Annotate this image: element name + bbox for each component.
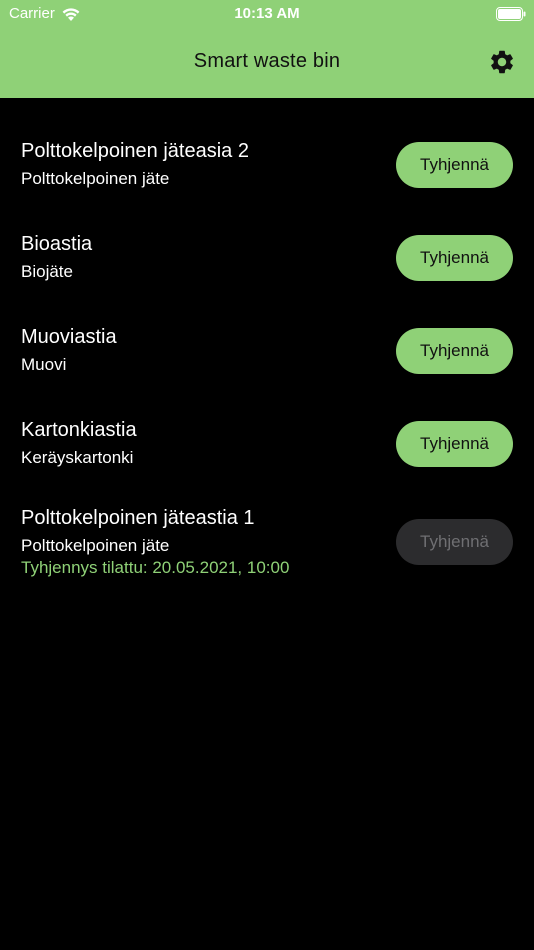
bin-type: Keräyskartonki xyxy=(21,448,134,467)
bin-name: Polttokelpoinen jäteastia 1 xyxy=(21,507,255,529)
bin-item-kartonkiastia: Kartonkiastia Keräyskartonki Tyhjennä xyxy=(0,377,534,470)
bin-name: Bioastia xyxy=(21,233,93,255)
bin-item-polttokelpoinen-2: Polttokelpoinen jäteasia 2 Polttokelpoin… xyxy=(0,98,534,191)
bin-item-bioastia: Bioastia Biojäte Tyhjennä xyxy=(0,191,534,284)
bin-type: Muovi xyxy=(21,355,67,374)
bin-type: Biojäte xyxy=(21,262,73,281)
status-bar: Carrier 10:13 AM xyxy=(0,0,534,28)
emptying-order-status: Tyhjennys tilattu: 20.05.2021, 10:00 xyxy=(21,558,290,577)
bin-name: Kartonkiastia xyxy=(21,419,137,441)
app-header: Carrier 10:13 AM Smart waste bin xyxy=(0,0,534,98)
bin-item-polttokelpoinen-1: Polttokelpoinen jäteastia 1 Polttokelpoi… xyxy=(0,470,534,590)
bin-item-muoviastia: Muoviastia Muovi Tyhjennä xyxy=(0,284,534,377)
gear-icon[interactable] xyxy=(488,48,516,76)
empty-bin-button[interactable]: Tyhjennä xyxy=(396,421,513,467)
bin-name: Muoviastia xyxy=(21,326,117,348)
battery-icon xyxy=(496,7,526,21)
status-time: 10:13 AM xyxy=(234,5,300,22)
empty-bin-button-disabled: Tyhjennä xyxy=(396,519,513,565)
page-title: Smart waste bin xyxy=(193,50,341,72)
empty-bin-button[interactable]: Tyhjennä xyxy=(396,328,513,374)
bin-type: Polttokelpoinen jäte xyxy=(21,169,170,188)
empty-bin-button[interactable]: Tyhjennä xyxy=(396,235,513,281)
empty-bin-button[interactable]: Tyhjennä xyxy=(396,142,513,188)
bin-type: Polttokelpoinen jäte xyxy=(21,536,170,555)
bin-name: Polttokelpoinen jäteasia 2 xyxy=(21,140,249,162)
